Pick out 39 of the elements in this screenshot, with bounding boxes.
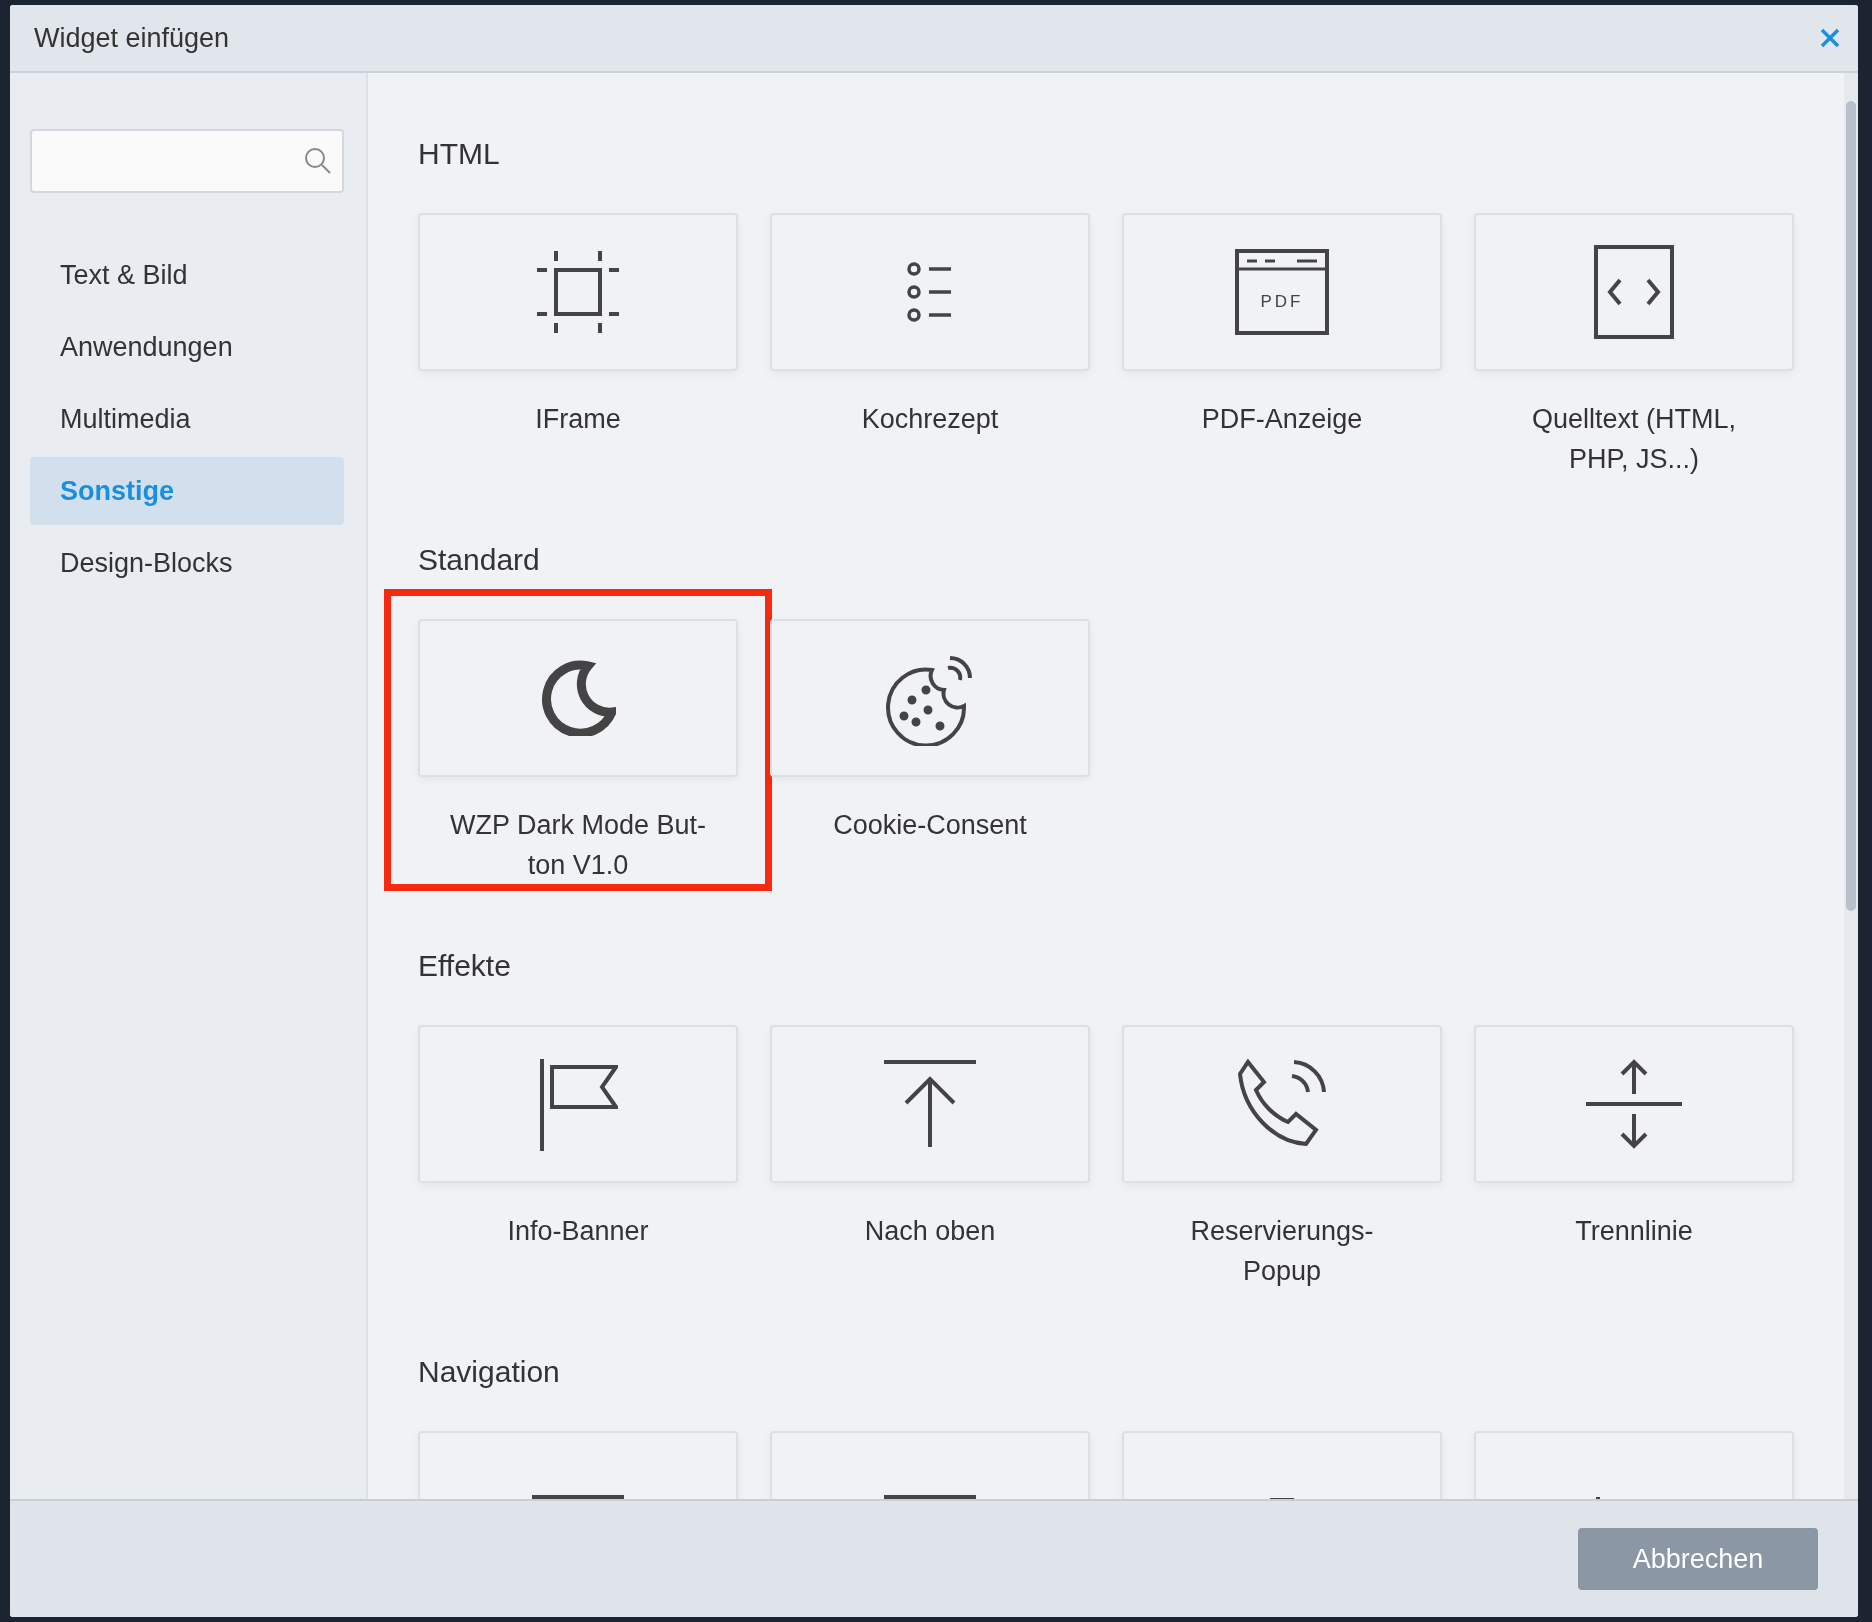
section-heading: Navigation	[418, 1355, 561, 1389]
widget-label: Nach oben	[863, 1215, 997, 1248]
widget-label: Info-Banner	[506, 1215, 650, 1248]
widget-label: Cookie-Consent	[832, 809, 1028, 842]
section-heading: HTML	[418, 137, 501, 171]
widget-card[interactable]	[418, 1025, 738, 1183]
widget-label: WZP Dark Mode But-ton V1.0	[448, 809, 708, 882]
widget-label: PDF-Anzeige	[1200, 403, 1364, 436]
widget-card[interactable]	[1474, 213, 1794, 371]
frame-icon	[537, 251, 619, 333]
window-title: Widget einfügen	[34, 22, 230, 54]
scrollbar-thumb[interactable]	[1846, 101, 1856, 911]
section-heading: Standard	[418, 543, 541, 577]
pdf-document-icon: PDF	[1235, 249, 1329, 335]
list-icon	[907, 261, 953, 323]
flag-icon	[538, 1057, 618, 1151]
moon-icon	[540, 660, 616, 736]
arrow-up-to-line-icon	[882, 1059, 978, 1149]
widget-card[interactable]	[418, 619, 738, 777]
sidebar-item[interactable]: Multimedia	[30, 385, 344, 453]
section-heading: Effekte	[418, 949, 512, 983]
sidebar-item[interactable]: Anwendungen	[30, 313, 344, 381]
widget-card[interactable]	[770, 619, 1090, 777]
widget-label: Kochrezept	[860, 403, 1000, 436]
sidebar-item[interactable]: Design-Blocks	[30, 529, 344, 597]
widget-card[interactable]	[418, 213, 738, 371]
widget-label: IFrame	[534, 403, 622, 436]
search-field[interactable]	[30, 129, 344, 193]
widget-card[interactable]	[1122, 1025, 1442, 1183]
widget-card[interactable]: PDF	[1122, 213, 1442, 371]
code-icon	[1594, 245, 1674, 339]
widget-label: Quelltext (HTML, PHP, JS...)	[1530, 403, 1737, 476]
search-icon	[304, 147, 332, 175]
scrollbar[interactable]	[1844, 73, 1858, 1499]
close-icon	[1820, 28, 1840, 48]
widget-label: Trennlinie	[1574, 1215, 1694, 1248]
divider-arrows-icon	[1586, 1058, 1682, 1150]
sidebar-item[interactable]: Text & Bild	[30, 241, 344, 309]
widget-label: Reservierungs-Popup	[1189, 1215, 1375, 1288]
